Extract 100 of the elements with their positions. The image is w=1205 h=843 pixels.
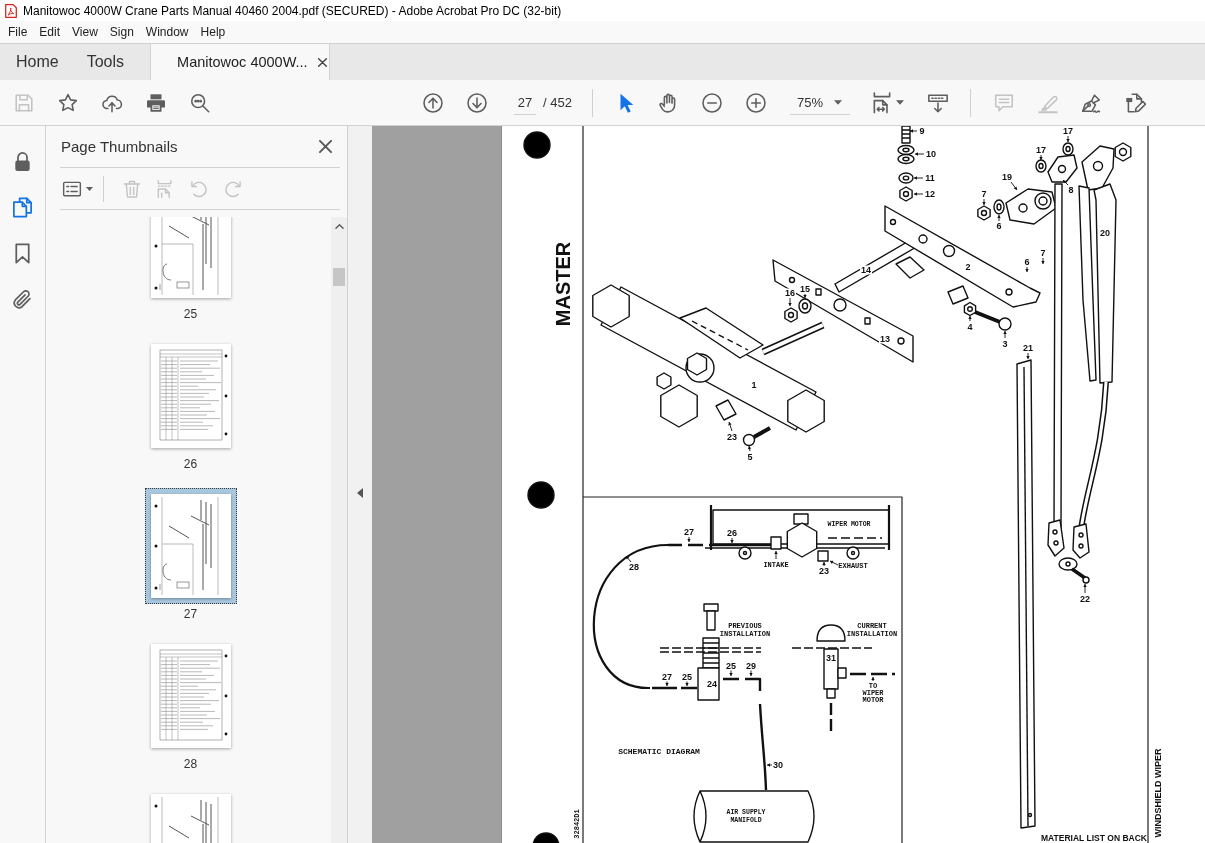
leader-arrow (729, 669, 733, 677)
callout-number: 7 (980, 189, 988, 199)
leader-arrow (968, 315, 972, 322)
page-thumbnail[interactable] (150, 644, 231, 748)
leader-arrow (1039, 154, 1043, 161)
leader-arrow (747, 445, 752, 452)
callout-number: 24 (706, 679, 718, 689)
callout-number: 2 (964, 262, 972, 272)
air-line (850, 672, 895, 676)
callout-number: 11 (924, 173, 936, 183)
washer (1062, 142, 1074, 156)
rotate-right-icon (223, 178, 243, 199)
air-line (829, 703, 833, 731)
callout-number: 16 (784, 288, 796, 298)
fitting (715, 399, 737, 421)
callout-number: 19 (1001, 172, 1013, 182)
panel-title: Page Thumbnails (60, 139, 178, 154)
leader-arrow (803, 293, 807, 299)
paperclip-icon (11, 287, 34, 311)
hex-nut (977, 205, 991, 221)
callout-number: 29 (745, 661, 757, 671)
side-title: MASTER (553, 241, 573, 327)
page-number-label: 27 (183, 606, 198, 622)
callout-number: 30 (772, 760, 784, 770)
leader-arrow (1066, 135, 1070, 143)
scrollbar-thumb[interactable] (333, 268, 345, 286)
page-number-label: 28 (183, 756, 198, 772)
washer (798, 298, 812, 314)
callout-number: 21 (1022, 343, 1034, 353)
callout-number: 15 (799, 284, 811, 294)
callout-number: 6 (995, 221, 1003, 231)
crank-disc (1058, 557, 1078, 571)
bolt (742, 426, 771, 447)
edit-document-icon (1124, 91, 1146, 114)
leader-arrow (914, 152, 925, 156)
page-thumbnail[interactable] (144, 488, 237, 604)
leader-arrow (788, 297, 792, 307)
app-logo-icon (5, 3, 17, 18)
caret-down-icon (896, 100, 904, 105)
close-icon (318, 140, 332, 153)
page-thumbnail[interactable] (150, 217, 231, 298)
tab[interactable]: Home (0, 44, 73, 80)
leader-arrow (982, 198, 986, 206)
zoom-field[interactable]: 75% (790, 90, 850, 115)
callout-number: 26 (726, 528, 738, 538)
chevron-up-icon (334, 223, 344, 229)
callout-number: 12 (924, 189, 936, 199)
rotate-left-icon (189, 178, 209, 199)
leader-arrow (909, 129, 918, 133)
cap-nut (1114, 142, 1132, 162)
callout-number: 14 (860, 265, 872, 275)
tab[interactable]: Manitowoc 4000W... (150, 44, 331, 81)
leader-arrow (1025, 266, 1029, 273)
tab[interactable]: Tools (72, 44, 151, 80)
leader-arrow (1062, 179, 1069, 186)
page-number-label: 25 (183, 306, 198, 322)
callout-number: 27 (683, 527, 695, 537)
linkage-bracket (1047, 519, 1065, 557)
pages-icon (11, 195, 34, 219)
close-tab-button[interactable] (317, 55, 327, 70)
pipe-fitting (656, 372, 672, 390)
punch-hole (532, 832, 560, 843)
leader-arrow (1026, 352, 1030, 360)
scroll-mode-icon (927, 91, 949, 114)
punch-hole (523, 131, 551, 159)
pen-nib-icon (1080, 91, 1102, 114)
callout-number: 31 (825, 653, 837, 663)
fitting (770, 536, 782, 550)
leader-arrow (913, 192, 924, 196)
pivot-block (1047, 154, 1078, 183)
page-thumbnail[interactable] (150, 344, 231, 448)
callout-number: 7 (1039, 248, 1047, 258)
callout-number: 1 (750, 380, 758, 390)
leader-arrow (766, 763, 773, 767)
menu-item[interactable]: Window (145, 26, 189, 38)
caret-down-icon (86, 186, 93, 191)
menu-item[interactable]: Help (200, 26, 226, 38)
clamp-block (895, 256, 925, 279)
hex-nut (784, 307, 798, 323)
callout-number: 13 (879, 334, 891, 344)
collapse-panel-button[interactable] (356, 488, 364, 498)
callout-number: 3 (1001, 339, 1009, 349)
callout-number: 23 (818, 566, 830, 576)
menu-item[interactable]: View (72, 26, 98, 38)
leader-arrow (1003, 330, 1007, 339)
page-number-field[interactable]: 27 (514, 90, 536, 115)
leader-arrow (749, 669, 753, 677)
callout-number: 25 (725, 661, 737, 671)
menu-item[interactable]: Edit (39, 26, 61, 38)
callout-number: 4 (966, 322, 974, 332)
pivot-plate (1005, 188, 1057, 225)
callout-number: 6 (1023, 257, 1031, 267)
sheet-title: WINDSHIELD WIPER (1153, 748, 1163, 838)
menu-item[interactable]: File (8, 26, 28, 38)
menu-item[interactable]: Sign (109, 26, 134, 38)
air-line (721, 677, 762, 693)
leader-arrow (913, 176, 924, 180)
linkage-bracket (1072, 523, 1090, 559)
comment-icon (993, 91, 1015, 114)
leader-arrow (728, 421, 733, 432)
